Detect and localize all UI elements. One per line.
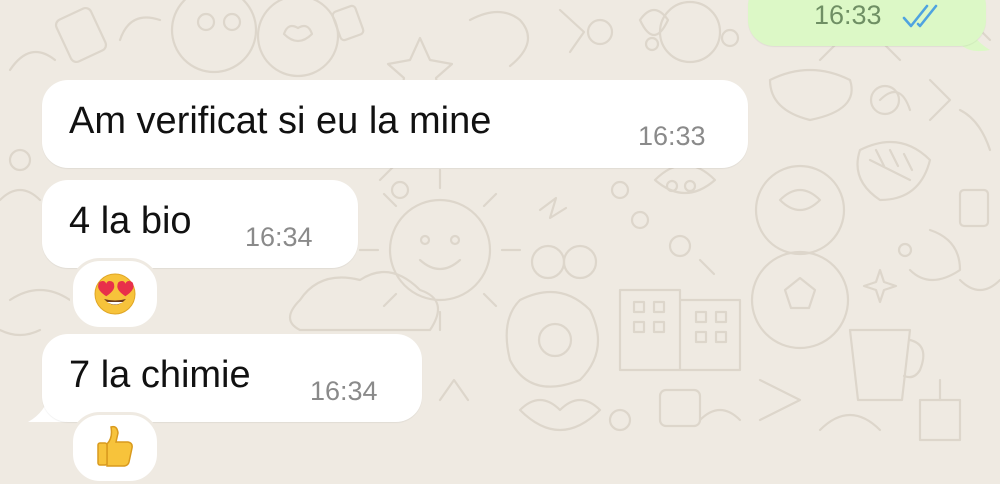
message-text: Am verificat si eu la mine — [69, 100, 492, 142]
message-text: 7 la chimie — [69, 354, 251, 396]
message-time: 16:34 — [310, 376, 378, 406]
message-text: 4 la bio — [69, 200, 192, 242]
message-reaction[interactable] — [70, 412, 160, 484]
message-time: 16:34 — [245, 222, 313, 252]
outgoing-message-bubble[interactable]: 16:33 — [748, 0, 986, 46]
incoming-message-bubble[interactable]: 4 la bio 16:34 — [42, 180, 358, 268]
heart-eyes-emoji-icon — [94, 273, 136, 315]
message-time: 16:33 — [638, 121, 706, 151]
message-time: 16:33 — [814, 0, 882, 30]
incoming-message-bubble[interactable]: 7 la chimie 16:34 — [42, 334, 422, 422]
message-reaction[interactable] — [70, 258, 160, 330]
thumbs-up-emoji-icon — [97, 425, 133, 467]
double-check-icon — [902, 4, 946, 30]
incoming-message-bubble[interactable]: Am verificat si eu la mine 16:33 — [42, 80, 748, 168]
